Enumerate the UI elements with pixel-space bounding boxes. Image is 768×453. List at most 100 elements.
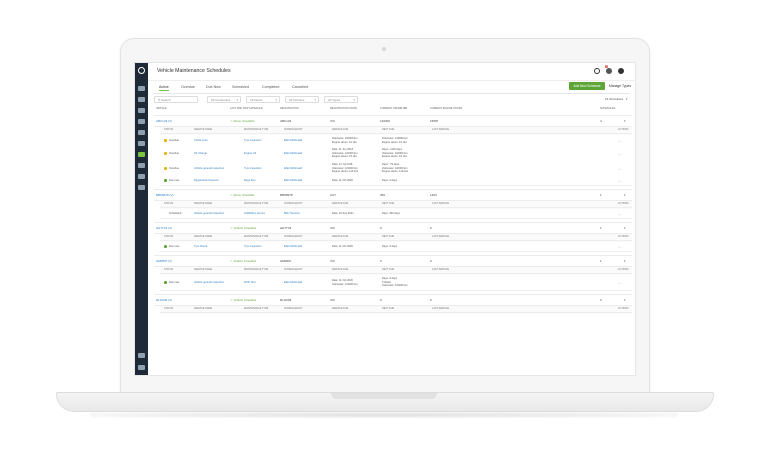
- scheduled-by-link[interactable]: Elliot McDonald: [284, 152, 302, 155]
- maintenance-type-link[interactable]: Rego Due: [244, 179, 256, 182]
- sidebar-users-icon[interactable]: [138, 119, 145, 124]
- sidebar-settings-icon[interactable]: [138, 185, 145, 190]
- vehicle-link[interactable]: HM0807 (V): [156, 259, 172, 263]
- engine-hours: 0: [430, 298, 432, 302]
- status-label: Due now: [169, 281, 180, 284]
- schedule-row[interactable]: Due now Vehicle general inspection WOF Tes…: [160, 275, 632, 291]
- sidebar-map-icon[interactable]: [138, 97, 145, 102]
- sidebar-tools-icon[interactable]: [138, 174, 145, 179]
- status-label: Due now: [169, 245, 180, 248]
- schedule-row[interactable]: Due now Tyre Check Tyre inspection Elliot M…: [160, 242, 632, 252]
- fleet-select[interactable]: All Fleets ▾: [246, 96, 280, 103]
- sidebar-collapse-icon[interactable]: [138, 365, 145, 370]
- manage-types-button[interactable]: Manage Types: [608, 82, 632, 90]
- more-actions-icon[interactable]: ⋯: [618, 179, 621, 183]
- search-input[interactable]: ⚲ Search: [154, 96, 198, 103]
- status-label: Due now: [169, 179, 180, 182]
- schedule-row[interactable]: Scheduled Vehicle general inspection 10000…: [160, 209, 632, 219]
- chevron-down-icon: ▾: [353, 98, 355, 102]
- vehicle-group-row[interactable]: ABC123 (V) ✓ Driver Checklist ABC123 VIC 120…: [154, 115, 632, 127]
- maintenance-type-link[interactable]: Tyre inspection: [244, 139, 261, 142]
- pretrip-checklist[interactable]: ✓ Vehicle Checklist: [230, 259, 256, 263]
- maintenance-type-link[interactable]: Tyre inspection: [244, 167, 261, 170]
- sidebar-help-icon[interactable]: [138, 353, 145, 358]
- chevron-down-icon[interactable]: ▾: [624, 259, 626, 263]
- service-name-link[interactable]: Check tyres: [194, 139, 208, 142]
- chevron-down-icon[interactable]: ▾: [624, 193, 626, 197]
- more-actions-icon[interactable]: ⋯: [618, 139, 621, 143]
- chevron-down-icon[interactable]: ▾: [626, 97, 628, 101]
- tab-due-now[interactable]: Due Now: [206, 85, 221, 89]
- maintenance-type-link[interactable]: WOF Test: [244, 281, 255, 284]
- scheduled-by-link[interactable]: Elliot McDonald: [284, 167, 302, 170]
- filter-bar: ⚲ Search All Companies ▾ All Fleets ▾ All …: [154, 96, 632, 104]
- vehicle-group-row[interactable]: RLG609 (V) ✓ Vehicle Checklist RLG609 VIC 0 0…: [154, 294, 632, 306]
- vehicle-group-row[interactable]: HH7T23 (V) ✓ Vehicle Checklist HH7T23 VIC 0 0…: [154, 222, 632, 234]
- schedule-row[interactable]: Overdue Vehicle general inspection Tyre in…: [160, 161, 632, 177]
- schedule-row[interactable]: Due now Registration Payment Rego Due Ellio…: [160, 176, 632, 186]
- vehicle-link[interactable]: HH7T23 (V): [156, 226, 172, 230]
- vehicle-link[interactable]: BBS8978 (V): [156, 193, 174, 197]
- service-name-link[interactable]: Vehicle general inspection: [194, 281, 224, 284]
- chevron-down-icon[interactable]: ▾: [624, 226, 626, 230]
- vehicle-group-row[interactable]: BBS8978 (V) ✓ Driver Checklist BBS8978 ACT 3…: [154, 189, 632, 201]
- camera-icon: [382, 47, 386, 51]
- subtable-header: STATUS SERVICE NAME MAINTENANCE TYPE SCHEDU…: [160, 234, 632, 241]
- tab-scheduled[interactable]: Scheduled: [232, 85, 249, 89]
- more-actions-icon[interactable]: ⋯: [618, 167, 621, 171]
- maintenance-type-link[interactable]: Tyre inspection: [244, 245, 261, 248]
- pretrip-checklist[interactable]: ✓ Vehicle Checklist: [230, 298, 256, 302]
- registration: HH7T23: [280, 226, 292, 230]
- sidebar-document-icon[interactable]: [138, 141, 145, 146]
- sidebar-maintenance-icon[interactable]: [138, 152, 145, 157]
- scheduled-by-link[interactable]: Elliot McDonald: [284, 245, 302, 248]
- registration-state: VIC: [330, 226, 336, 230]
- vehicle-link[interactable]: RLG609 (V): [156, 298, 172, 302]
- tab-overdue[interactable]: Overdue: [181, 85, 195, 89]
- schedule-row[interactable]: Overdue Oil Change Engine Oil Elliot McDona…: [160, 146, 632, 162]
- more-actions-icon[interactable]: ⋯: [618, 152, 621, 156]
- subcol-actions: ACTIONS: [618, 268, 629, 271]
- service-name-link[interactable]: Registration Payment: [194, 179, 219, 182]
- subcol-service-name: SERVICE NAME: [194, 235, 213, 238]
- sidebar-truck-icon[interactable]: [138, 163, 145, 168]
- pretrip-checklist[interactable]: ✓ Vehicle Checklist: [230, 226, 256, 230]
- vehicle-select[interactable]: All Vehicles ▾: [285, 96, 319, 103]
- service-name-link[interactable]: Vehicle general inspection: [194, 212, 224, 215]
- add-schedule-button[interactable]: Add New Schedule: [569, 82, 605, 90]
- schedules-count: 4: [600, 119, 602, 123]
- more-actions-icon[interactable]: ⋯: [618, 212, 621, 216]
- service-name-link[interactable]: Tyre Check: [194, 245, 207, 248]
- scheduled-by-link[interactable]: Elliot McDonald: [284, 139, 302, 142]
- tab-cancelled[interactable]: Cancelled: [292, 85, 308, 89]
- maintenance-type-link[interactable]: 100000km service: [244, 212, 265, 215]
- vehicle-link[interactable]: ABC123 (V): [156, 119, 172, 123]
- service-name-link[interactable]: Vehicle general inspection: [194, 167, 224, 170]
- maintenance-type-link[interactable]: Engine Oil: [244, 152, 256, 155]
- tab-active[interactable]: Active: [159, 85, 169, 91]
- chevron-down-icon[interactable]: ▾: [624, 119, 626, 123]
- chevron-down-icon[interactable]: ▾: [624, 298, 626, 302]
- sidebar-alert-icon[interactable]: [138, 108, 145, 113]
- next-due: Days: 336 days: [382, 211, 400, 215]
- subcol-status: STATUS: [164, 307, 174, 310]
- service-name-link[interactable]: Oil Change: [194, 152, 207, 155]
- company-select[interactable]: All Companies ▾: [207, 96, 241, 103]
- more-actions-icon[interactable]: ⋯: [618, 245, 621, 249]
- subcol-maintenance-type: MAINTENANCE TYPE: [244, 268, 269, 271]
- avatar[interactable]: [618, 68, 624, 74]
- sidebar-chart-icon[interactable]: [138, 130, 145, 135]
- help-icon[interactable]: [594, 68, 600, 74]
- vehicle-group-row[interactable]: HM0807 (V) ✓ Vehicle Checklist HM0807 VIC 0 0…: [154, 255, 632, 267]
- scheduled-by-link[interactable]: Elliot McDonald: [284, 281, 302, 284]
- sidebar-home-icon[interactable]: [138, 86, 145, 91]
- subcol-maintenance-type: MAINTENANCE TYPE: [244, 202, 269, 205]
- more-actions-icon[interactable]: ⋯: [618, 281, 621, 285]
- pretrip-checklist[interactable]: ✓ Driver Checklist: [230, 119, 254, 123]
- scheduled-by-link[interactable]: Elliot McDonald: [284, 179, 302, 182]
- type-select[interactable]: All Types ▾: [324, 96, 358, 103]
- pretrip-checklist[interactable]: ✓ Driver Checklist: [230, 193, 254, 197]
- tab-completed[interactable]: Completed: [262, 85, 279, 89]
- scheduled-by-link[interactable]: Billy Thornton: [284, 212, 300, 215]
- bell-icon[interactable]: 9: [605, 65, 612, 74]
